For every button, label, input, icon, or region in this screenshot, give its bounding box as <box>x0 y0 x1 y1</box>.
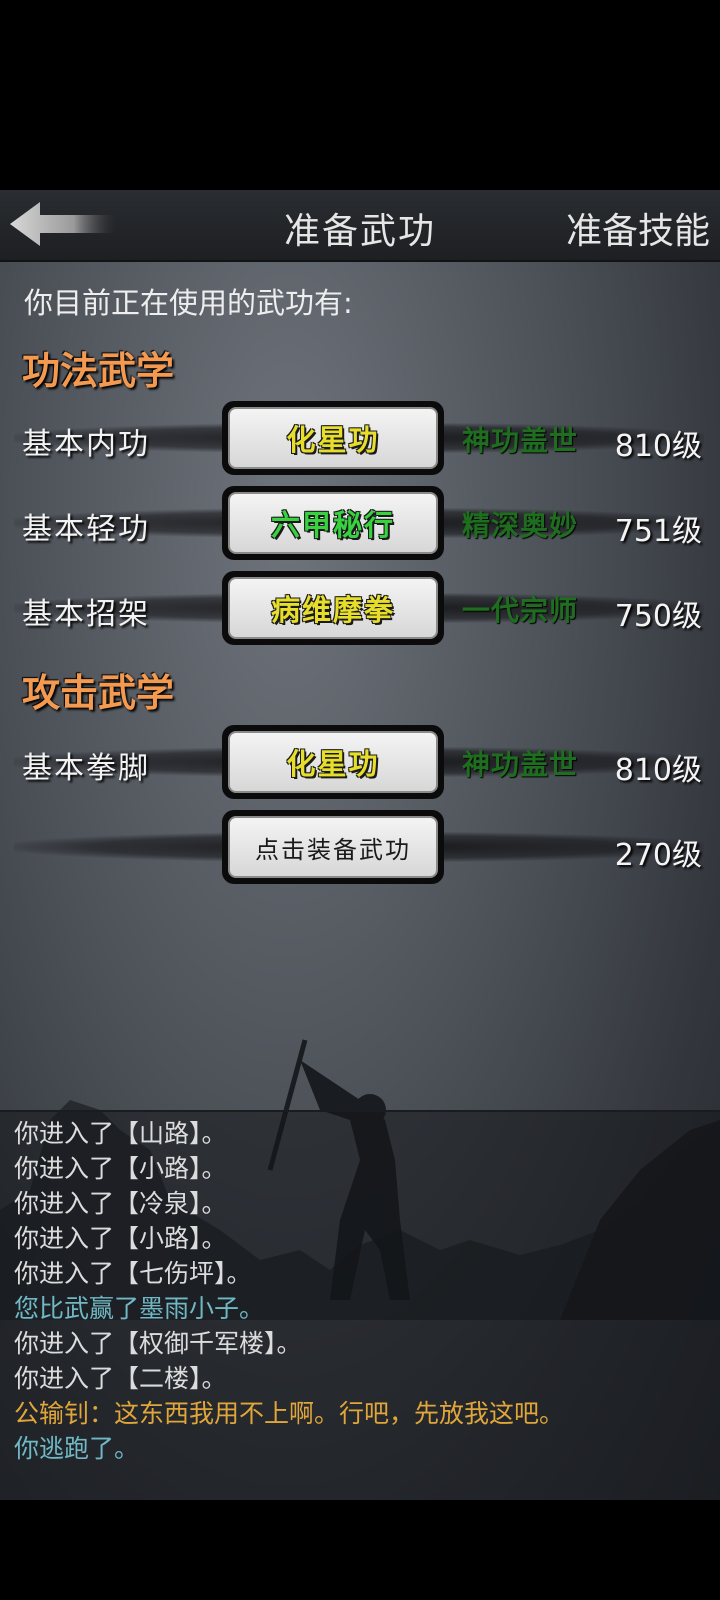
skill-level: 270级 <box>614 838 702 873</box>
skill-level: 751级 <box>614 514 702 549</box>
log-line: 你进入了【权御千军楼】。 <box>14 1329 302 1358</box>
slot-label: 基本招架 <box>22 597 150 632</box>
equip-martial-button[interactable]: 点击装备武功 <box>222 810 444 884</box>
intro-text: 你目前正在使用的武功有: <box>24 286 353 320</box>
mastery-rank: 一代宗师 <box>462 594 579 627</box>
mastery-rank: 精深奥妙 <box>462 509 579 542</box>
log-line: 你进入了【七伤坪】。 <box>14 1259 252 1288</box>
martial-name: 化星功 <box>228 407 438 469</box>
martial-select-button[interactable]: 化星功 <box>222 725 444 799</box>
slot-row-unarmed: 基本拳脚 化星功 神功盖世 810级 <box>0 725 720 799</box>
top-bar: 准备武功 准备技能 <box>0 190 720 262</box>
martial-select-button[interactable]: 六甲秘行 <box>222 486 444 560</box>
slot-row-internal: 基本内功 化星功 神功盖世 810级 <box>0 401 720 475</box>
martial-arts-panel: 准备武功 准备技能 你目前正在使用的武功有: 功法武学 基本内功 化星功 神功盖… <box>0 190 720 1500</box>
log-line: 你进入了【小路】。 <box>14 1224 227 1253</box>
martial-select-button[interactable]: 病维摩拳 <box>222 571 444 645</box>
log-line: 您比武赢了墨雨小子。 <box>14 1294 265 1323</box>
log-line: 你进入了【山路】。 <box>14 1119 227 1148</box>
mastery-rank: 神功盖世 <box>462 424 579 457</box>
log-line: 公输钊：这东西我用不上啊。行吧，先放我这吧。 <box>14 1399 565 1428</box>
message-log[interactable]: 你进入了【山路】。 你进入了【小路】。 你进入了【冷泉】。 你进入了【小路】。 … <box>0 1110 720 1500</box>
log-line: 你逃跑了。 <box>14 1434 140 1463</box>
slot-label: 基本轻功 <box>22 512 150 547</box>
log-line: 你进入了【冷泉】。 <box>14 1189 227 1218</box>
slot-row-empty: 点击装备武功 270级 <box>0 810 720 884</box>
section-title-internal: 功法武学 <box>22 348 175 393</box>
prepare-skills-tab[interactable]: 准备技能 <box>566 202 710 254</box>
section-title-attack: 攻击武学 <box>22 670 175 715</box>
equip-martial-label: 点击装备武功 <box>228 816 438 878</box>
martial-select-button[interactable]: 化星功 <box>222 401 444 475</box>
slot-label: 基本拳脚 <box>22 751 150 786</box>
log-line: 你进入了【二楼】。 <box>14 1364 227 1393</box>
skill-level: 750级 <box>614 599 702 634</box>
mastery-rank: 神功盖世 <box>462 748 579 781</box>
martial-name: 六甲秘行 <box>228 492 438 554</box>
slot-label: 基本内功 <box>22 427 150 462</box>
slot-row-lightness: 基本轻功 六甲秘行 精深奥妙 751级 <box>0 486 720 560</box>
martial-name: 病维摩拳 <box>228 577 438 639</box>
skill-level: 810级 <box>614 753 702 788</box>
skill-level: 810级 <box>614 429 702 464</box>
slot-row-parry: 基本招架 病维摩拳 一代宗师 750级 <box>0 571 720 645</box>
log-line: 你进入了【小路】。 <box>14 1154 227 1183</box>
martial-name: 化星功 <box>228 731 438 793</box>
